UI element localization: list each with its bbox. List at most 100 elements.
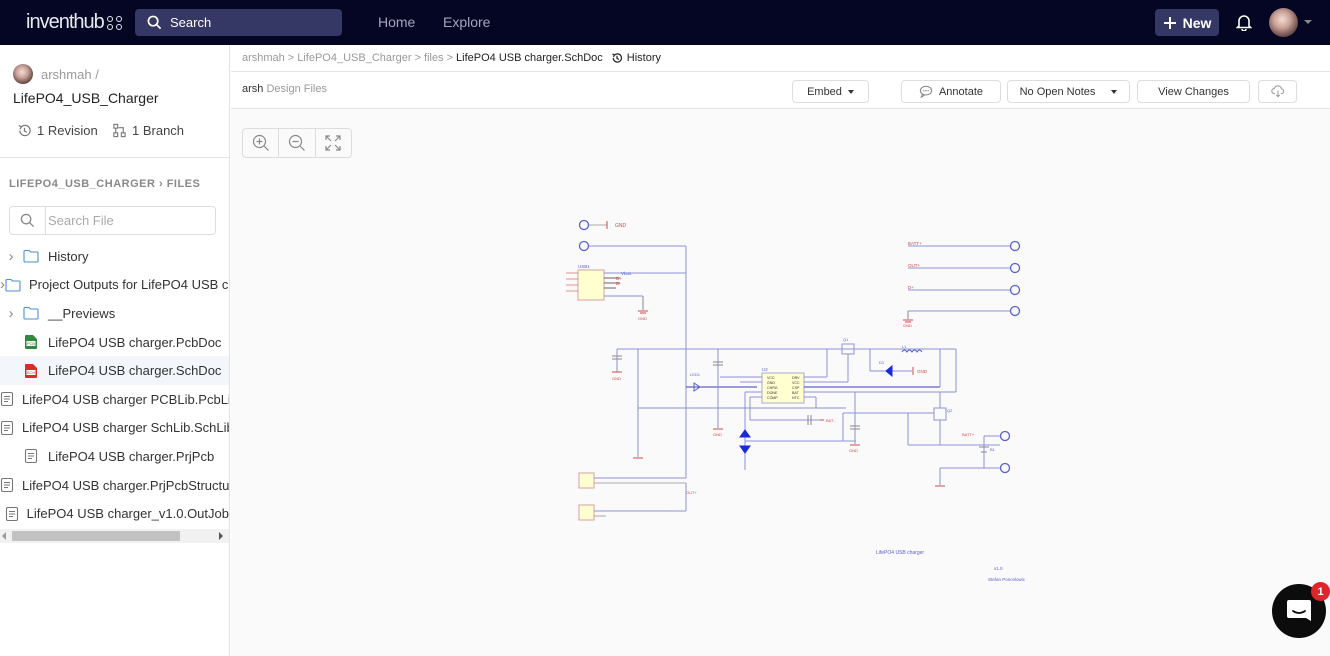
tree-file[interactable]: LifePO4 USB charger.PrjPcbStructure — [0, 471, 229, 500]
svg-text:CSP: CSP — [792, 386, 800, 390]
svg-text:DRV: DRV — [792, 376, 800, 380]
inventhub-logo[interactable]: inventhub — [26, 11, 123, 34]
folder-icon — [22, 305, 40, 321]
file-search-input[interactable]: Search File — [9, 206, 216, 235]
svg-text:GND: GND — [903, 323, 912, 328]
schematic-file-icon: SCH — [22, 363, 40, 379]
svg-text:BATT+: BATT+ — [908, 241, 922, 246]
svg-text:L1: L1 — [902, 344, 907, 349]
svg-text:GND: GND — [917, 369, 928, 374]
svg-text:B1: B1 — [990, 447, 996, 452]
svg-text:U2: U2 — [762, 367, 768, 372]
svg-text:BAT-: BAT- — [826, 418, 835, 423]
nav-home[interactable]: Home — [378, 14, 415, 30]
notifications-bell-icon[interactable] — [1235, 13, 1253, 36]
tree-item-label: LifePO4 USB charger.PcbDoc — [48, 334, 222, 350]
svg-text:BAT: BAT — [792, 391, 800, 395]
svg-text:NTC: NTC — [792, 396, 800, 400]
schematic-canvas[interactable]: GND USB1 Vbus D+ D- GND BATT+ OUT+ D+ GN… — [231, 45, 1330, 656]
svg-text:GND: GND — [767, 381, 775, 385]
branch-icon — [113, 123, 126, 138]
tree-item-label: LifePO4 USB charger.PrjPcb — [48, 448, 215, 464]
folder-icon — [5, 277, 21, 293]
tree-folder[interactable]: › __Previews — [0, 299, 229, 328]
tree-item-label: LifePO4 USB charger.PrjPcbStructure — [22, 477, 229, 493]
scroll-left-arrow-icon[interactable] — [2, 532, 6, 540]
document-icon — [5, 506, 19, 522]
search-icon — [10, 207, 46, 234]
tree-item-label: LifePO4 USB charger SchLib.SchLib — [22, 420, 229, 436]
output-connectors — [903, 240, 1021, 323]
new-button[interactable]: New — [1155, 9, 1219, 36]
history-icon — [18, 124, 31, 137]
file-tree: › History › Project Outputs for LifePO4 USB… — [0, 242, 229, 528]
repo-owner[interactable]: arshmah / — [13, 64, 99, 84]
tree-file[interactable]: SCH LifePO4 USB charger.SchDoc — [0, 356, 229, 385]
horizontal-scrollbar[interactable] — [0, 529, 229, 543]
repo-title[interactable]: LifePO4_USB_Charger — [13, 90, 159, 106]
logo-dots-icon — [106, 15, 123, 30]
tree-folder[interactable]: › History — [0, 242, 229, 271]
user-menu-caret-icon[interactable] — [1304, 20, 1312, 24]
chevron-right-icon[interactable]: › — [0, 305, 22, 322]
tree-item-label: __Previews — [48, 305, 116, 321]
svg-text:GND: GND — [713, 432, 722, 437]
pcb-file-icon: PCB — [22, 334, 40, 350]
user-avatar[interactable] — [1269, 8, 1298, 37]
document-icon — [0, 420, 14, 436]
svg-text:GND: GND — [612, 376, 621, 381]
tree-item-label: Project Outputs for LifePO4 USB charger — [29, 277, 229, 293]
tree-file[interactable]: LifePO4 USB charger.PrjPcb — [0, 442, 229, 471]
schematic-version: v1.0 — [994, 566, 1003, 571]
svg-text:PCB: PCB — [27, 341, 36, 346]
transistor-q2 — [933, 407, 947, 421]
global-search-input[interactable]: Search — [135, 9, 342, 36]
svg-text:CHRG: CHRG — [767, 386, 778, 390]
svg-text:D1: D1 — [879, 360, 885, 365]
connector-p1 — [578, 219, 608, 231]
svg-text:USB1: USB1 — [578, 264, 590, 269]
svg-text:Q1: Q1 — [843, 337, 849, 342]
tree-item-label: LifePO4 USB charger_v1.0.OutJob — [26, 506, 229, 522]
document-icon — [0, 477, 14, 493]
svg-text:COMP: COMP — [767, 396, 778, 400]
plus-icon — [1163, 16, 1176, 29]
svg-text:D+: D+ — [908, 285, 914, 290]
header-j1-symbol — [578, 472, 595, 489]
schematic-title: LifePO4 USB charger — [876, 550, 924, 556]
tree-file[interactable]: LifePO4 USB charger SchLib.SchLib — [0, 414, 229, 443]
svg-text:Q2: Q2 — [947, 408, 953, 413]
tree-item-label: LifePO4 USB charger.SchDoc — [48, 363, 222, 379]
file-tree-breadcrumb: LIFEPO4_USB_CHARGER › FILES — [9, 178, 201, 190]
tree-file[interactable]: PCB LifePO4 USB charger.PcbDoc — [0, 328, 229, 357]
svg-text:GND: GND — [638, 316, 647, 321]
folder-icon — [22, 248, 40, 264]
svg-text:VCC: VCC — [767, 376, 775, 380]
owner-avatar — [13, 64, 33, 84]
repo-sidebar: arshmah / LifePO4_USB_Charger 1 Revision… — [0, 45, 230, 656]
tree-item-label: History — [48, 248, 89, 264]
nav-explore[interactable]: Explore — [443, 14, 490, 30]
svg-text:VCC: VCC — [792, 381, 800, 385]
svg-text:DONE: DONE — [767, 391, 778, 395]
schematic-author: Stefan Poncelowic — [988, 577, 1026, 582]
svg-text:SCH: SCH — [27, 370, 36, 375]
scroll-right-arrow-icon[interactable] — [219, 532, 223, 540]
branches-link[interactable]: 1 Branch — [112, 123, 184, 138]
chat-icon — [1287, 600, 1311, 621]
revisions-link[interactable]: 1 Revision — [17, 123, 98, 138]
tree-folder[interactable]: ›Project Outputs for LifePO4 USB charger — [0, 271, 229, 300]
svg-text:BATT+: BATT+ — [962, 432, 975, 437]
usb-connector-symbol — [577, 269, 605, 301]
divider — [0, 157, 229, 158]
chevron-right-icon[interactable]: › — [0, 248, 22, 265]
search-icon — [147, 15, 162, 30]
scrollbar-thumb[interactable] — [12, 531, 180, 541]
document-icon — [0, 391, 14, 407]
svg-text:Vbus: Vbus — [621, 271, 632, 276]
svg-text:D-: D- — [616, 281, 621, 286]
top-nav-bar: inventhub Search Home Explore New — [0, 0, 1330, 45]
tree-file[interactable]: LifePO4 USB charger_v1.0.OutJob — [0, 499, 229, 528]
tree-file[interactable]: LifePO4 USB charger PCBLib.PcbLib — [0, 385, 229, 414]
chat-unread-badge: 1 — [1311, 582, 1330, 601]
